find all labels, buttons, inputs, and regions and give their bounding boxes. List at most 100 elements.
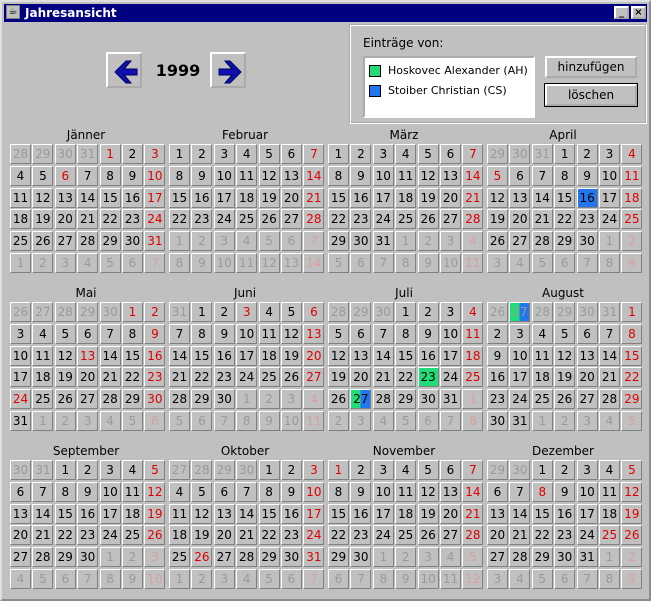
day-cell[interactable]: 10 bbox=[509, 345, 531, 366]
day-cell[interactable]: 3 bbox=[213, 569, 235, 589]
day-cell[interactable]: 4 bbox=[236, 144, 258, 164]
day-cell[interactable]: 20 bbox=[303, 345, 325, 366]
day-cell[interactable]: 2 bbox=[54, 411, 76, 431]
day-cell[interactable]: 24 bbox=[599, 209, 620, 230]
day-cell[interactable]: 2 bbox=[213, 302, 235, 322]
day-cell[interactable]: 18 bbox=[599, 503, 620, 524]
day-cell[interactable]: 7 bbox=[576, 569, 598, 589]
day-cell[interactable]: 31 bbox=[599, 302, 620, 322]
day-cell[interactable]: 12 bbox=[487, 187, 508, 208]
day-cell[interactable]: 5 bbox=[281, 302, 302, 322]
day-cell[interactable]: 29 bbox=[122, 389, 143, 410]
day-cell[interactable]: 15 bbox=[99, 187, 121, 208]
day-cell[interactable]: 3 bbox=[576, 460, 598, 480]
day-cell[interactable]: 13 bbox=[440, 165, 461, 186]
day-cell[interactable]: 21 bbox=[531, 209, 553, 230]
day-cell[interactable]: 2 bbox=[621, 547, 643, 568]
day-cell[interactable]: 3 bbox=[576, 411, 598, 431]
day-cell[interactable]: 11 bbox=[621, 165, 643, 186]
day-cell[interactable]: 12 bbox=[554, 345, 576, 366]
day-cell[interactable]: 24 bbox=[576, 525, 598, 546]
day-cell[interactable]: 7 bbox=[462, 144, 484, 164]
next-year-button[interactable] bbox=[210, 52, 246, 88]
day-cell[interactable]: 11 bbox=[258, 323, 280, 344]
day-cell[interactable]: 21 bbox=[599, 367, 620, 388]
day-cell[interactable]: 9 bbox=[191, 165, 213, 186]
day-cell[interactable]: 7 bbox=[77, 569, 99, 589]
day-cell[interactable]: 2 bbox=[554, 411, 576, 431]
day-cell[interactable]: 10 bbox=[599, 165, 620, 186]
day-cell[interactable]: 28 bbox=[236, 547, 258, 568]
day-cell[interactable]: 31 bbox=[32, 460, 54, 480]
day-cell[interactable]: 21 bbox=[462, 187, 484, 208]
day-cell[interactable]: 9 bbox=[417, 253, 439, 273]
day-cell[interactable]: 31 bbox=[77, 144, 99, 164]
day-cell[interactable]: 11 bbox=[236, 253, 258, 273]
day-cell[interactable]: 6 bbox=[350, 323, 372, 344]
day-cell[interactable]: 24 bbox=[99, 525, 121, 546]
day-cell[interactable]: 6 bbox=[303, 302, 325, 322]
day-cell[interactable]: 7 bbox=[462, 460, 484, 480]
day-cell[interactable]: 28 bbox=[191, 460, 213, 480]
day-cell[interactable]: 9 bbox=[621, 253, 643, 273]
day-cell[interactable]: 19 bbox=[281, 345, 302, 366]
day-cell[interactable]: 10 bbox=[440, 253, 461, 273]
day-cell[interactable]: 27 bbox=[509, 231, 531, 252]
day-cell[interactable]: 11 bbox=[395, 481, 417, 502]
day-cell[interactable]: 11 bbox=[32, 345, 54, 366]
day-cell[interactable]: 4 bbox=[621, 144, 643, 164]
day-cell[interactable]: 15 bbox=[191, 345, 213, 366]
day-cell[interactable]: 4 bbox=[462, 302, 484, 322]
day-cell[interactable]: 15 bbox=[328, 187, 349, 208]
day-cell[interactable]: 16 bbox=[191, 187, 213, 208]
day-cell[interactable]: 3 bbox=[144, 144, 166, 164]
day-cell[interactable]: 17 bbox=[509, 367, 531, 388]
day-cell[interactable]: 30 bbox=[54, 144, 76, 164]
day-cell[interactable]: 14 bbox=[509, 503, 531, 524]
day-cell[interactable]: 12 bbox=[258, 165, 280, 186]
day-cell[interactable]: 19 bbox=[487, 209, 508, 230]
day-cell[interactable]: 28 bbox=[99, 389, 121, 410]
day-cell[interactable]: 5 bbox=[531, 569, 553, 589]
day-cell[interactable]: 26 bbox=[417, 209, 439, 230]
day-cell[interactable]: 2 bbox=[191, 569, 213, 589]
day-cell[interactable]: 14 bbox=[99, 345, 121, 366]
day-cell[interactable]: 18 bbox=[621, 187, 643, 208]
day-cell[interactable]: 1 bbox=[99, 144, 121, 164]
day-cell[interactable]: 26 bbox=[191, 547, 213, 568]
day-cell[interactable]: 7 bbox=[303, 144, 325, 164]
day-cell[interactable]: 12 bbox=[281, 323, 302, 344]
day-cell[interactable]: 23 bbox=[350, 525, 372, 546]
minimize-button[interactable]: _ bbox=[614, 6, 629, 19]
day-cell[interactable]: 20 bbox=[440, 503, 461, 524]
day-cell[interactable]: 1 bbox=[531, 411, 553, 431]
day-cell[interactable]: 29 bbox=[99, 231, 121, 252]
day-cell[interactable]: 7 bbox=[99, 323, 121, 344]
day-cell[interactable]: 9 bbox=[417, 323, 439, 344]
day-cell[interactable]: 18 bbox=[395, 187, 417, 208]
day-cell[interactable]: 8 bbox=[122, 323, 143, 344]
day-cell[interactable]: 6 bbox=[440, 460, 461, 480]
day-cell[interactable]: 18 bbox=[395, 503, 417, 524]
day-cell[interactable]: 17 bbox=[440, 345, 461, 366]
day-cell[interactable]: 26 bbox=[328, 389, 349, 410]
day-cell[interactable]: 3 bbox=[599, 144, 620, 164]
day-cell[interactable]: 17 bbox=[10, 367, 31, 388]
day-cell[interactable]: 26 bbox=[487, 302, 508, 322]
day-cell[interactable]: 2 bbox=[191, 231, 213, 252]
day-cell[interactable]: 28 bbox=[462, 209, 484, 230]
day-cell[interactable]: 22 bbox=[169, 209, 190, 230]
day-cell[interactable]: 26 bbox=[144, 525, 166, 546]
day-cell[interactable]: 30 bbox=[576, 302, 598, 322]
day-cell[interactable]: 6 bbox=[576, 323, 598, 344]
day-cell[interactable]: 2 bbox=[417, 231, 439, 252]
day-cell[interactable]: 2 bbox=[417, 302, 439, 322]
day-cell[interactable]: 8 bbox=[599, 253, 620, 273]
day-cell[interactable]: 14 bbox=[236, 503, 258, 524]
day-cell[interactable]: 4 bbox=[395, 144, 417, 164]
day-cell[interactable]: 5 bbox=[258, 144, 280, 164]
day-cell[interactable]: 29 bbox=[258, 547, 280, 568]
day-cell[interactable]: 1 bbox=[462, 389, 484, 410]
day-cell[interactable]: 2 bbox=[144, 302, 166, 322]
day-cell[interactable]: 26 bbox=[487, 231, 508, 252]
